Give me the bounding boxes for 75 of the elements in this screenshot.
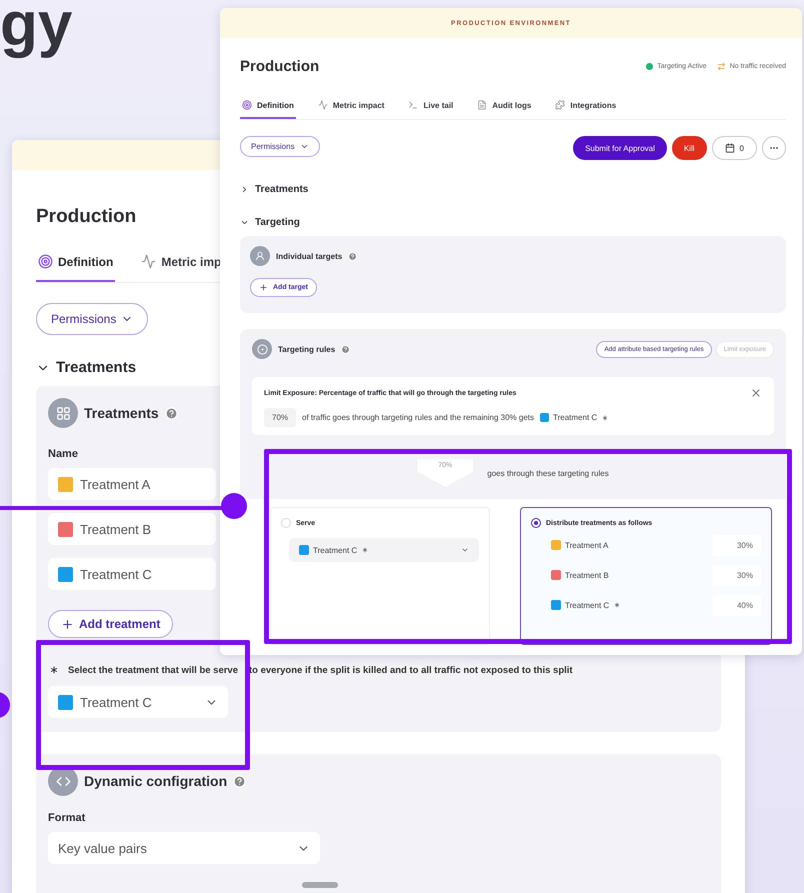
treatment-tag: Treatment C: [299, 545, 370, 555]
treatment-tag: Treatment C: [551, 600, 622, 610]
field-label: Format: [48, 812, 86, 824]
tab[interactable]: Metric impact: [316, 100, 386, 119]
plus-icon: [61, 618, 74, 630]
asterisk-icon: [601, 414, 610, 422]
page-title: Production: [240, 58, 320, 75]
puzzle-icon: [555, 100, 566, 110]
default-treatment-note: to everyone if the split is killed and to all traffic not exposed to this split: [249, 664, 573, 676]
chevron-icon[interactable]: [240, 185, 249, 194]
close-icon[interactable]: [750, 387, 762, 399]
tab[interactable]: Metric imp: [139, 254, 224, 282]
page-title: Production: [36, 206, 136, 228]
asterisk-icon: [48, 664, 60, 676]
percent-field[interactable]: 70%: [264, 408, 296, 427]
section-title: Targeting: [255, 217, 300, 228]
section-title: Treatments: [255, 184, 308, 195]
help-icon: [341, 344, 350, 354]
grid-icon: [48, 398, 78, 428]
percent-field[interactable]: 40%: [713, 594, 761, 616]
asterisk-icon: [613, 601, 622, 609]
target-icon: [242, 100, 252, 110]
chevron-icon: [300, 142, 309, 151]
treatment-field[interactable]: Treatment A: [48, 468, 216, 500]
target-icon: [252, 339, 272, 359]
submit-button[interactable]: Submit for Approval: [573, 136, 667, 160]
terminal-icon: [408, 100, 418, 110]
tab[interactable]: Definition: [240, 100, 296, 119]
arrows-icon: [716, 62, 726, 71]
scroll-handle[interactable]: [302, 882, 338, 888]
calendar-icon: [724, 143, 735, 153]
field-label: Name: [48, 448, 78, 460]
treatment-select[interactable]: Treatment C: [48, 686, 228, 718]
treatment-select[interactable]: Treatment C: [289, 538, 479, 562]
treatment-tag: Treatment B: [551, 570, 609, 580]
card-title: Individual targets: [276, 252, 342, 260]
exposure-text: of traffic goes through targeting rules and the remaining 30% gets: [302, 413, 534, 422]
tab[interactable]: Audit logs: [475, 100, 534, 119]
tab[interactable]: Definition: [36, 254, 116, 282]
section-title: Treatments: [56, 359, 136, 376]
plus-icon: [259, 283, 268, 292]
status-dot: [646, 63, 654, 70]
card-title: Targeting rules: [278, 344, 336, 354]
add-treatment-button[interactable]: Add treatment: [48, 610, 174, 638]
permissions-button[interactable]: Permissions: [240, 136, 320, 157]
percent-field[interactable]: 30%: [713, 564, 761, 586]
treatment-tag: Treatment A: [551, 540, 608, 550]
card-title: Treatments: [84, 405, 159, 421]
tab[interactable]: Live tail: [406, 100, 456, 119]
target-icon: [38, 254, 53, 269]
help-icon: [348, 252, 358, 260]
help-icon: [233, 774, 246, 788]
asterisk-icon: [361, 546, 370, 554]
line-chart-icon: [141, 254, 156, 269]
user-icon: [250, 246, 270, 266]
radio-button[interactable]: [531, 518, 541, 528]
kill-button[interactable]: Kill: [672, 136, 707, 160]
default-treatment-note: Select the treatment that will be serve: [68, 664, 240, 676]
flow-text: goes through these targeting rules: [487, 468, 609, 478]
document-icon: [477, 100, 488, 110]
help-icon: [164, 406, 178, 420]
percent-field[interactable]: 30%: [713, 534, 761, 556]
treatment-tag: Treatment C: [540, 413, 610, 422]
connector-dot: [221, 493, 247, 519]
page-heading: gy: [0, 0, 72, 56]
line-chart-icon: [318, 100, 328, 110]
format-select[interactable]: Key value pairs: [48, 832, 320, 864]
calendar-button[interactable]: 0: [712, 136, 757, 160]
permissions-button[interactable]: Permissions: [36, 303, 148, 335]
chevron-icon: [461, 546, 469, 554]
treatment-field[interactable]: Treatment C: [48, 558, 216, 590]
treatment-field[interactable]: Treatment B: [48, 513, 216, 545]
card-title: Dynamic configration: [84, 773, 228, 789]
chevron-icon[interactable]: [240, 218, 249, 227]
tab[interactable]: Integrations: [553, 100, 618, 119]
